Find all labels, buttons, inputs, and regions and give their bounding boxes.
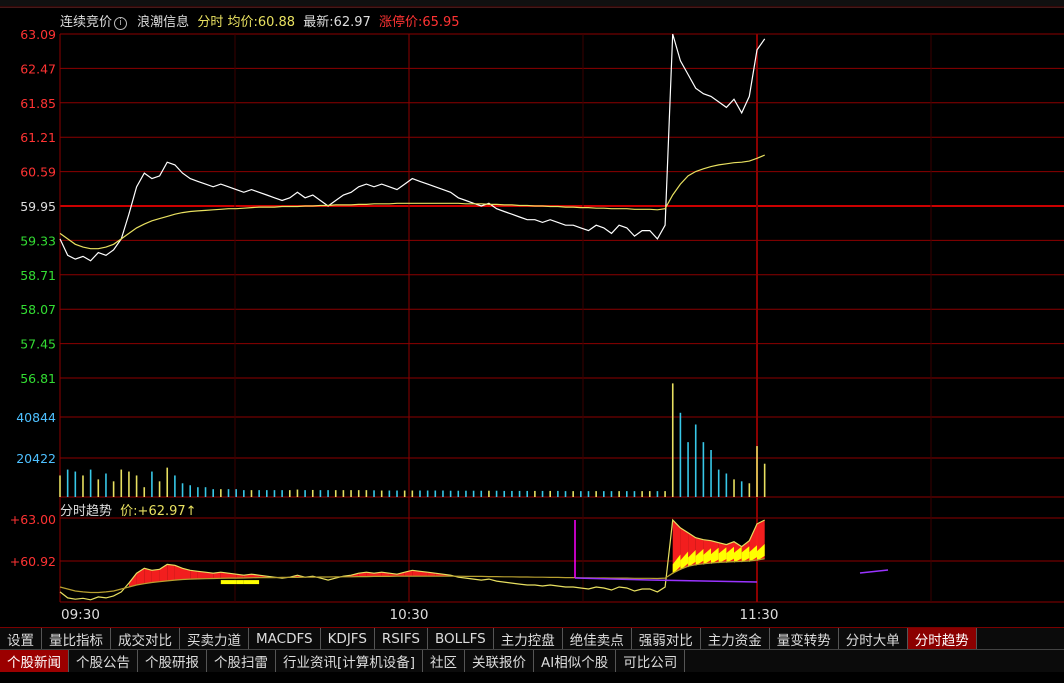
price-axis: 63.09 62.47 61.85 61.21 60.59 59.95 59.33 58.71… (20, 27, 56, 386)
indicator-tab-1[interactable]: 量比指标 (42, 628, 111, 650)
news-tab-0[interactable]: 个股新闻 (0, 650, 69, 672)
sub-panel-header: 分时趋势 价:+62.97↑ (60, 500, 197, 519)
news-tab-2[interactable]: 个股研报 (138, 650, 207, 672)
price-tick-label: 61.21 (20, 130, 56, 145)
info-circle-icon[interactable]: i (114, 17, 128, 30)
indicator-tab-11[interactable]: 主力资金 (701, 628, 770, 650)
indicator-tab-8[interactable]: 主力控盘 (494, 628, 563, 650)
time-axis: 09:30 10:30 11:30 (61, 607, 778, 623)
trend-fill-segment (251, 580, 260, 585)
auction-status: 连续竞价 (60, 15, 113, 30)
avg-price-value: 60.88 (257, 15, 296, 30)
volume-tick-label: 20422 (16, 451, 56, 466)
indicator-tab-12[interactable]: 量变转势 (770, 628, 839, 650)
avg-price-line (59, 154, 765, 250)
price-tick-label: 62.47 (20, 61, 56, 76)
chart-header: 连续竞价 i 浪潮信息 分时 均价:60.88 最新:62.97 涨停价:65.9… (60, 11, 460, 30)
indicator-tab-3[interactable]: 买卖力道 (180, 628, 249, 650)
price-tick-label: 57.45 (20, 337, 56, 352)
price-tick-label: 58.71 (20, 268, 56, 283)
indicator-tab-13[interactable]: 分时大单 (839, 628, 908, 650)
trend-fill-segment (236, 580, 244, 585)
price-tick-label: 58.07 (20, 302, 56, 317)
trend-fill-segment (243, 580, 252, 585)
volume-axis: 40844 20422 (16, 410, 56, 466)
intraday-chart: 63.09 62.47 61.85 61.21 60.59 59.95 59.33 58.71… (0, 6, 1064, 623)
indicator-tab-10[interactable]: 强弱对比 (632, 628, 701, 650)
news-tab-1[interactable]: 个股公告 (69, 650, 138, 672)
indicator-tab-0[interactable]: 设置 (0, 628, 42, 650)
last-price-label: 最新: (303, 15, 334, 30)
time-tick-label: 10:30 (390, 607, 429, 623)
avg-price-label: 均价: (227, 15, 258, 30)
indicator-tab-14[interactable]: 分时趋势 (907, 628, 977, 650)
indicator-tab-4[interactable]: MACDFS (249, 628, 321, 650)
trend-fill-segment (151, 569, 160, 583)
sub-price-value: +62.97↑ (137, 504, 197, 519)
news-tab-4[interactable]: 行业资讯[计算机设备] (276, 650, 424, 672)
indicator-tabs: 设置 量比指标 成交对比 买卖力道 MACDFS KDJFS RSIFS BOLLFS 主力控盘… (0, 627, 1064, 650)
indicator-tab-5[interactable]: KDJFS (321, 628, 375, 650)
sub-tick-label: +63.00 (10, 512, 56, 527)
indicator-tab-9[interactable]: 绝佳卖点 (563, 628, 632, 650)
news-tab-5[interactable]: 社区 (423, 650, 466, 672)
news-tabs: 个股新闻 个股公告 个股研报 个股扫雷 行业资讯[计算机设备] 社区 关联报价 AI相似个股可… (0, 649, 1064, 672)
indicator-tab-7[interactable]: BOLLFS (428, 628, 494, 650)
sub-tick-label: +60.92 (10, 554, 56, 569)
news-link[interactable]: 浪潮信息 (137, 15, 189, 30)
trend-fill-segment (220, 580, 229, 585)
time-tick-label: 11:30 (740, 607, 779, 623)
trend-signal-line (859, 569, 889, 574)
sub-panel-axis: +63.00 +60.92 (10, 512, 56, 569)
news-tab-3[interactable]: 个股扫雷 (207, 650, 276, 672)
news-tab-8[interactable]: 可比公司 (616, 650, 686, 672)
trend-fill-segment (167, 564, 175, 581)
indicator-tab-2[interactable]: 成交对比 (111, 628, 180, 650)
news-tab-7[interactable]: AI相似个股 (534, 650, 617, 672)
price-tick-label: 56.81 (20, 371, 56, 386)
volume-bars (59, 383, 766, 497)
price-tick-label: 59.33 (20, 233, 56, 248)
trend-line (59, 518, 765, 601)
volume-tick-label: 40844 (16, 410, 56, 425)
mode-label: 分时 (197, 15, 224, 30)
sub-panel-title[interactable]: 分时趋势 (60, 504, 112, 519)
limit-price-label: 涨停价: (378, 15, 423, 30)
price-tick-label: 61.85 (20, 96, 56, 111)
sub-price-label: 价: (120, 504, 138, 519)
indicator-tab-6[interactable]: RSIFS (375, 628, 428, 650)
news-tab-6[interactable]: 关联报价 (465, 650, 535, 672)
trend-fill-segment (228, 580, 237, 585)
price-tick-label: 59.95 (20, 199, 56, 214)
last-price-value: 62.97 (333, 15, 371, 30)
trend-fill (59, 518, 889, 601)
price-tick-label: 63.09 (20, 27, 56, 42)
limit-price-value: 65.95 (422, 15, 460, 30)
price-tick-label: 60.59 (20, 165, 56, 180)
time-tick-label: 09:30 (61, 607, 100, 623)
